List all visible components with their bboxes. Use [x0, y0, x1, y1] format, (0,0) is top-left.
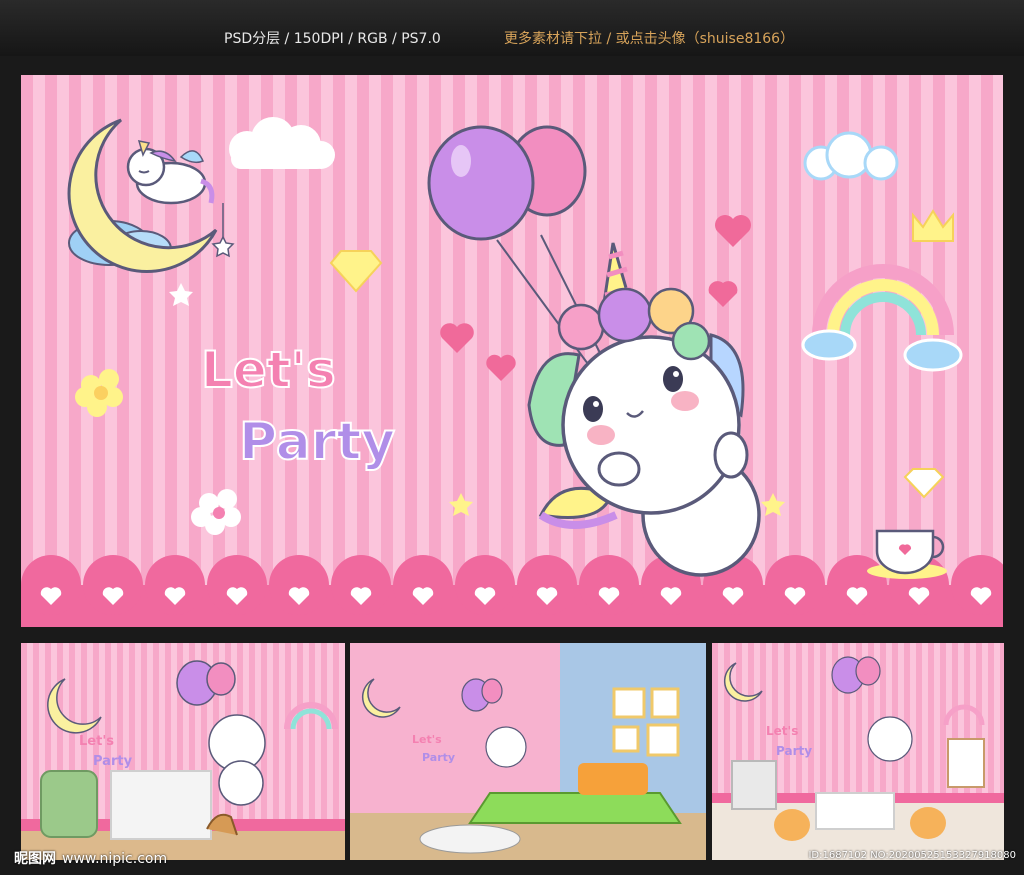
playroom-scene: Let's Party [712, 656, 1004, 860]
coffee-cup-icon [867, 529, 947, 579]
cloud-icon [229, 117, 335, 169]
star-icon-yellow-right [761, 493, 785, 516]
unicorn-sleeping-on-moon-icon [67, 118, 235, 273]
nursery-scene: Let's Party [21, 660, 345, 860]
party-title: Let's Party [200, 340, 396, 473]
file-specs: PSD分层 / 150DPI / RGB / PS7.0 [224, 31, 441, 47]
preview3-title-line2: Party [776, 744, 812, 758]
flower-icon-white [191, 489, 241, 535]
playroom-preview: Let's Party [712, 643, 1004, 860]
site-watermark: 昵图网 www.nipic.com [14, 848, 167, 868]
main-artwork: Let's Party [21, 75, 1003, 627]
preview2-title-line2: Party [422, 751, 455, 764]
image-id: ID:1687102 NO:20200525153327918080 [808, 850, 1016, 861]
nursery-room-preview: Let's Party [21, 643, 345, 860]
site-url: www.nipic.com [62, 851, 168, 867]
diamond-icon [329, 250, 383, 293]
title-line2: Party [239, 412, 395, 472]
rainbow-icon [801, 264, 963, 372]
bedroom-preview: Let's Party [350, 643, 706, 860]
preview1-title-line2: Party [93, 754, 133, 769]
bedroom-scene: Let's Party [350, 643, 706, 860]
more-materials-hint: 更多素材请下拉 / 或点击头像（shuise8166） [504, 31, 795, 47]
info-banner: PSD分层 / 150DPI / RGB / PS7.0 更多素材请下拉 / 或… [0, 0, 1024, 56]
cloud-icon-right [803, 131, 899, 181]
flower-icon [75, 369, 123, 417]
preview3-title-line1: Let's [766, 724, 798, 738]
title-line1: Let's [201, 341, 336, 399]
crown-icon [912, 209, 954, 242]
heart-border [21, 555, 1003, 627]
preview2-title-line1: Let's [412, 733, 442, 746]
star-icon [169, 283, 193, 306]
diamond-icon-small [903, 468, 945, 499]
artwork-canvas: Let's Party [21, 117, 1003, 627]
star-icon-yellow [449, 493, 473, 516]
preview1-title-line1: Let's [79, 734, 114, 749]
site-logo: 昵图网 [14, 851, 56, 867]
